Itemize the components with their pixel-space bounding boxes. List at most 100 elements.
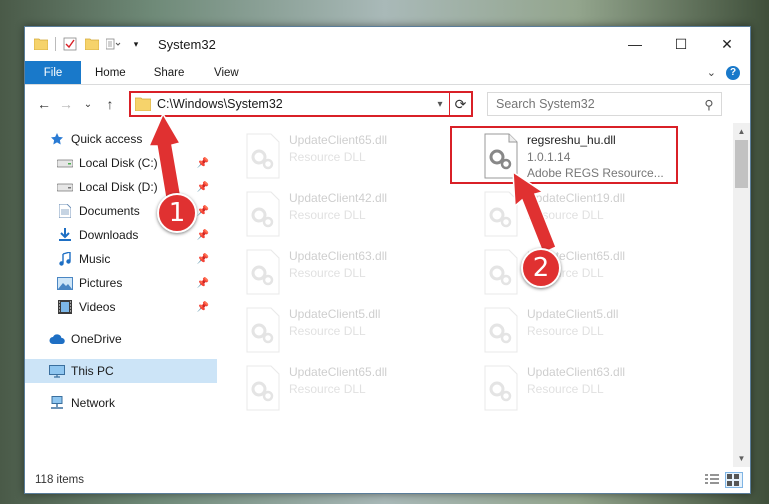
- sidebar-item-network[interactable]: Network: [25, 391, 217, 415]
- help-icon[interactable]: ?: [726, 65, 740, 80]
- window-title: System32: [158, 36, 216, 52]
- sidebar-item-label: Documents: [79, 204, 140, 218]
- item-count: 118 items: [35, 474, 85, 486]
- search-icon: ⚲: [704, 97, 714, 112]
- star-icon: [49, 131, 65, 147]
- file-type: Resource DLL: [289, 382, 366, 396]
- tab-file[interactable]: File: [25, 61, 81, 84]
- refresh-button[interactable]: ⟳: [449, 93, 471, 115]
- sidebar-item-quick-access[interactable]: Quick access: [25, 127, 217, 151]
- file-type: Resource DLL: [289, 266, 366, 280]
- scroll-down-icon[interactable]: ▼: [733, 450, 750, 467]
- main-area: Quick access Local Disk (C:) 📌 Local Dis…: [25, 123, 750, 467]
- expand-ribbon-icon[interactable]: ⌄: [707, 66, 716, 79]
- dll-file-icon: [484, 307, 518, 353]
- details-view-icon[interactable]: [704, 473, 720, 487]
- properties-icon[interactable]: [62, 36, 78, 52]
- file-type: Resource DLL: [289, 208, 366, 222]
- folder-icon: [33, 36, 49, 52]
- vertical-scrollbar[interactable]: ▲ ▼: [733, 123, 750, 467]
- file-item[interactable]: UpdateClient19.dll Resource DLL: [481, 187, 719, 245]
- new-folder-icon[interactable]: [84, 36, 100, 52]
- sidebar-item-label: Network: [71, 396, 116, 410]
- dll-file-icon: [484, 191, 518, 237]
- videos-icon: [57, 299, 73, 315]
- sidebar-item-label: Local Disk (C:): [79, 156, 158, 170]
- dll-file-icon: [484, 365, 518, 411]
- recent-locations-button[interactable]: ⌄: [77, 93, 99, 115]
- sidebar-item-label: Videos: [79, 300, 116, 314]
- sidebar-item-this-pc[interactable]: This PC: [25, 359, 217, 383]
- pin-icon[interactable]: 📌: [197, 158, 209, 169]
- file-item[interactable]: UpdateClient65.dll Resource DLL: [243, 361, 481, 419]
- dll-file-icon: [246, 133, 280, 179]
- file-name: UpdateClient19.dll: [527, 191, 626, 205]
- tab-home[interactable]: Home: [81, 61, 140, 84]
- file-item[interactable]: UpdateClient65.dll Resource DLL: [243, 129, 481, 187]
- sidebar-item-local-disk-c[interactable]: Local Disk (C:) 📌: [25, 151, 217, 175]
- sidebar-item-videos[interactable]: Videos 📌: [25, 295, 217, 319]
- sidebar-item-label: This PC: [71, 364, 114, 378]
- back-button[interactable]: ←: [33, 93, 55, 115]
- file-item[interactable]: UpdateClient65.dll Resource DLL: [481, 245, 719, 303]
- file-name: UpdateClient63.dll: [289, 249, 388, 263]
- pin-icon[interactable]: 📌: [197, 254, 209, 265]
- tab-share[interactable]: Share: [140, 61, 199, 84]
- pin-icon[interactable]: 📌: [197, 230, 209, 241]
- file-type: Resource DLL: [527, 208, 604, 222]
- sidebar-item-label: OneDrive: [71, 332, 122, 346]
- sidebar-item-label: Quick access: [71, 132, 143, 146]
- up-button[interactable]: ↑: [99, 93, 121, 115]
- file-type: Resource DLL: [289, 324, 366, 338]
- pin-icon[interactable]: 📌: [197, 182, 209, 193]
- minimize-button[interactable]: —: [612, 27, 658, 61]
- tab-view[interactable]: View: [198, 61, 254, 84]
- file-item[interactable]: UpdateClient5.dll Resource DLL: [243, 303, 481, 361]
- maximize-button[interactable]: ☐: [658, 27, 704, 61]
- dll-file-icon: [246, 191, 280, 237]
- sidebar-item-onedrive[interactable]: OneDrive: [25, 327, 217, 351]
- file-item[interactable]: UpdateClient42.dll Resource DLL: [243, 187, 481, 245]
- file-name: UpdateClient65.dll: [289, 365, 388, 379]
- callout-badge-1: 1: [157, 193, 197, 233]
- pin-icon[interactable]: 📌: [197, 206, 209, 217]
- address-path[interactable]: C:\Windows\System32: [157, 97, 431, 111]
- navigation-pane: Quick access Local Disk (C:) 📌 Local Dis…: [25, 123, 217, 467]
- search-input[interactable]: [496, 97, 697, 111]
- dll-file-icon: [484, 249, 518, 295]
- dropdown-arrow-icon[interactable]: ▾: [128, 36, 144, 52]
- file-name: UpdateClient42.dll: [289, 191, 388, 205]
- file-highlight-box: [450, 126, 678, 184]
- tiles-view-icon[interactable]: [725, 472, 743, 488]
- file-explorer-window: ▾ System32 — ☐ ✕ File Home Share View ⌄ …: [24, 26, 751, 494]
- file-name: UpdateClient5.dll: [527, 307, 619, 321]
- sidebar-item-local-disk-d[interactable]: Local Disk (D:) 📌: [25, 175, 217, 199]
- window-controls: — ☐ ✕: [612, 27, 750, 61]
- dll-file-icon: [246, 249, 280, 295]
- dll-file-icon: [246, 365, 280, 411]
- file-item[interactable]: UpdateClient63.dll Resource DLL: [481, 361, 719, 419]
- file-item[interactable]: UpdateClient63.dll Resource DLL: [243, 245, 481, 303]
- sidebar-item-label: Pictures: [79, 276, 123, 290]
- address-dropdown-icon[interactable]: ▾: [431, 99, 449, 110]
- downloads-icon: [57, 227, 73, 243]
- search-box[interactable]: ⚲: [487, 92, 722, 116]
- pin-icon[interactable]: 📌: [197, 302, 209, 313]
- customize-toolbar-icon[interactable]: [106, 36, 122, 52]
- scroll-thumb[interactable]: [735, 140, 748, 188]
- file-item[interactable]: UpdateClient5.dll Resource DLL: [481, 303, 719, 361]
- file-name: UpdateClient65.dll: [289, 133, 388, 147]
- scroll-up-icon[interactable]: ▲: [733, 123, 750, 140]
- cloud-icon: [49, 331, 65, 347]
- close-button[interactable]: ✕: [704, 27, 750, 61]
- pictures-icon: [57, 275, 73, 291]
- sidebar-item-music[interactable]: Music 📌: [25, 247, 217, 271]
- sidebar-item-pictures[interactable]: Pictures 📌: [25, 271, 217, 295]
- file-list: UpdateClient65.dll Resource DLL regsreshu…: [217, 123, 733, 467]
- file-name: UpdateClient5.dll: [289, 307, 381, 321]
- pin-icon[interactable]: 📌: [197, 278, 209, 289]
- music-icon: [57, 251, 73, 267]
- address-bar[interactable]: C:\Windows\System32 ▾ ⟳: [129, 91, 473, 117]
- ribbon-tabs: File Home Share View ⌄ ?: [25, 61, 750, 85]
- forward-button[interactable]: →: [55, 93, 77, 115]
